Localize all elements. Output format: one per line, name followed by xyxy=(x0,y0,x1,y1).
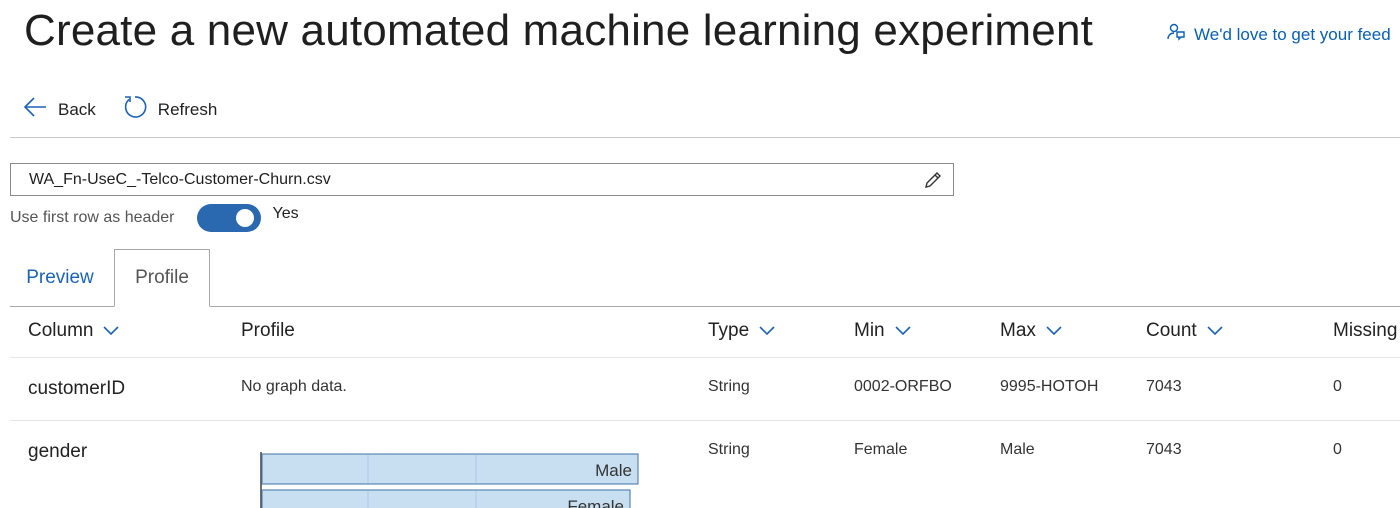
back-label: Back xyxy=(58,99,96,119)
header-toggle-row: Use first row as header Yes xyxy=(10,204,299,232)
feedback-link[interactable]: We'd love to get your feed xyxy=(1166,22,1391,47)
pencil-icon[interactable] xyxy=(923,170,943,190)
header-separator xyxy=(10,357,1400,358)
chart-bar-label: Female xyxy=(567,497,624,508)
table-cell-missing: 0 xyxy=(1333,441,1342,458)
row-separator xyxy=(10,420,1400,421)
column-header-label: Profile xyxy=(241,320,295,341)
column-header-label: Count xyxy=(1146,320,1197,341)
automl-create-page: Create a new automated machine learning … xyxy=(0,0,1400,508)
chevron-down-icon xyxy=(1046,320,1062,342)
tab-profile[interactable]: Profile xyxy=(114,249,210,307)
tab-underline xyxy=(10,306,1400,307)
chart-bar-male xyxy=(261,453,639,485)
table-cell-count: 7043 xyxy=(1146,378,1182,395)
column-header-label: Type xyxy=(708,320,750,341)
refresh-button[interactable]: Refresh xyxy=(122,94,218,125)
file-name: WA_Fn-UseC_-Telco-Customer-Churn.csv xyxy=(29,170,331,188)
feedback-label: We'd love to get your feed xyxy=(1194,24,1391,44)
header-toggle[interactable] xyxy=(196,204,261,232)
toolbar: Back Refresh xyxy=(22,94,217,125)
gender-profile-chart: Male Female xyxy=(260,452,639,508)
table-cell-max: 9995-HOTOH xyxy=(1000,378,1099,395)
table-cell-missing: 0 xyxy=(1333,378,1342,395)
header-toggle-state: Yes xyxy=(272,205,299,222)
header-toggle-label: Use first row as header xyxy=(10,209,175,226)
table-cell-count: 7043 xyxy=(1146,441,1182,458)
page-title: Create a new automated machine learning … xyxy=(24,6,1094,55)
toggle-knob xyxy=(235,209,254,227)
column-header-type[interactable]: Type xyxy=(708,320,775,342)
table-cell-column: gender xyxy=(28,441,88,462)
chart-bar-label: Male xyxy=(595,461,632,480)
column-header-count[interactable]: Count xyxy=(1146,320,1223,342)
column-header-label: Missing xyxy=(1333,320,1398,341)
column-header-missing[interactable]: Missing xyxy=(1333,320,1397,342)
column-header-max[interactable]: Max xyxy=(1000,320,1062,342)
table-cell-type: String xyxy=(708,378,750,395)
column-header-profile: Profile xyxy=(241,320,295,342)
chevron-down-icon xyxy=(103,320,120,342)
table-cell-type: String xyxy=(708,441,750,458)
arrow-left-icon xyxy=(22,94,48,125)
tab-preview[interactable]: Preview xyxy=(10,249,114,307)
toolbar-divider xyxy=(10,137,1400,138)
table-cell-column: customerID xyxy=(28,378,126,399)
chevron-down-icon xyxy=(895,320,911,342)
table-cell-profile: No graph data. xyxy=(241,378,347,395)
tab-bar: Preview Profile xyxy=(10,249,210,307)
refresh-label: Refresh xyxy=(157,99,218,119)
table-cell-min: 0002-ORFBO xyxy=(854,378,952,395)
column-header-label: Max xyxy=(1000,320,1036,341)
chevron-down-icon xyxy=(759,320,775,342)
table-cell-max: Male xyxy=(1000,441,1035,458)
column-header-label: Column xyxy=(28,320,94,341)
chevron-down-icon xyxy=(1207,320,1223,342)
column-header-column[interactable]: Column xyxy=(28,320,120,342)
column-header-label: Min xyxy=(854,320,885,341)
table-cell-min: Female xyxy=(854,441,908,458)
feedback-icon xyxy=(1166,22,1186,47)
column-header-min[interactable]: Min xyxy=(854,320,911,342)
refresh-icon xyxy=(122,94,148,125)
dataset-file-field[interactable]: WA_Fn-UseC_-Telco-Customer-Churn.csv xyxy=(10,163,954,196)
back-button[interactable]: Back xyxy=(22,94,96,125)
